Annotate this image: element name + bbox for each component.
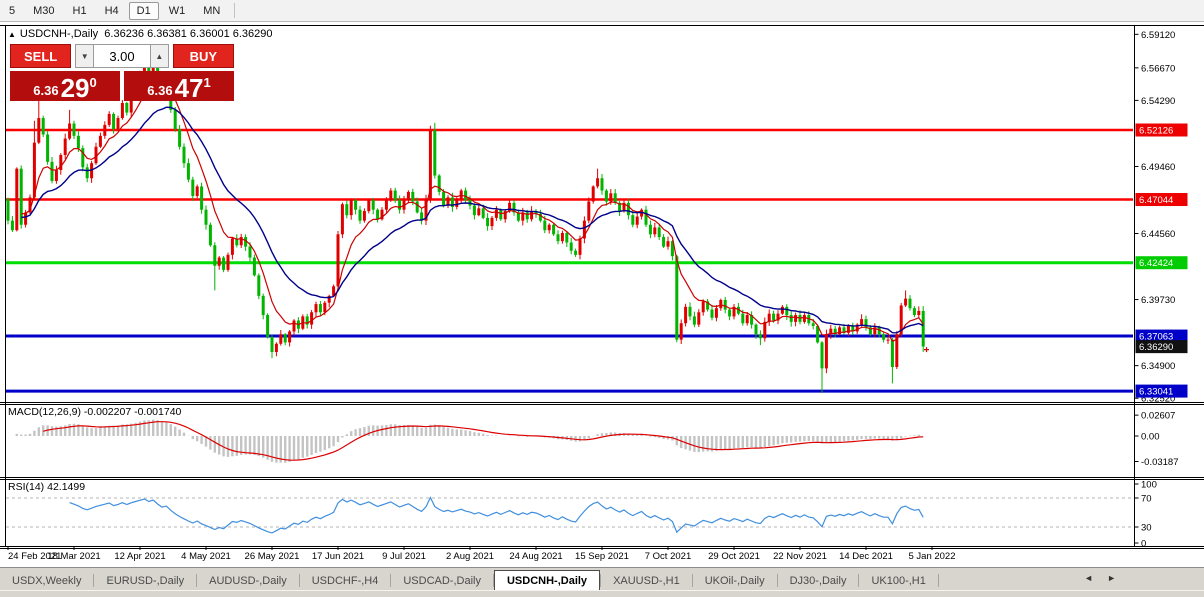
- svg-text:12 Apr 2021: 12 Apr 2021: [114, 551, 165, 562]
- buy-button[interactable]: BUY: [172, 44, 234, 68]
- svg-text:30: 30: [1141, 523, 1152, 534]
- svg-text:6.56670: 6.56670: [1141, 63, 1175, 74]
- svg-text:7 Oct 2021: 7 Oct 2021: [645, 551, 691, 562]
- macd-label: MACD(12,26,9) -0.002207 -0.001740: [8, 406, 182, 418]
- svg-text:4 May 2021: 4 May 2021: [181, 551, 231, 562]
- tab-scroll-right-button[interactable]: ►: [1107, 573, 1116, 583]
- sell-price-sup: 0: [89, 75, 97, 90]
- chart-tab-xauusd[interactable]: XAUUSD-,H1: [601, 572, 692, 591]
- rsi-line: [69, 496, 924, 534]
- svg-text:6.36290: 6.36290: [1139, 342, 1173, 353]
- svg-text:-0.03187: -0.03187: [1141, 457, 1179, 468]
- horizontal-level-lines: [6, 128, 1133, 393]
- tab-separator: [937, 574, 939, 587]
- chart-tab-usdcad[interactable]: USDCAD-,Daily: [391, 572, 493, 591]
- svg-text:2 Aug 2021: 2 Aug 2021: [446, 551, 494, 562]
- macd-axis: 0.02607 0.00 -0.03187: [1134, 411, 1179, 468]
- candlesticks: [6, 52, 925, 394]
- rsi-value: 42.1499: [47, 481, 86, 493]
- pane-borders: [0, 25, 1204, 549]
- svg-text:6.49460: 6.49460: [1141, 162, 1175, 173]
- macd-histogram: [15, 419, 925, 463]
- chart-tab-ukoil[interactable]: UKOil-,Daily: [693, 572, 777, 591]
- arrow-down-icon: ▼: [80, 51, 89, 61]
- svg-text:9 Jul 2021: 9 Jul 2021: [382, 551, 426, 562]
- arrow-up-icon: ▲: [155, 51, 164, 61]
- price-axis: 6.59120 6.56670 6.54290 6.49460 6.44560 6.397…: [1134, 30, 1188, 405]
- buy-price-display[interactable]: 6.36 47 1: [124, 71, 234, 101]
- svg-text:6.47044: 6.47044: [1139, 195, 1173, 206]
- svg-text:18 Mar 2021: 18 Mar 2021: [47, 551, 100, 562]
- svg-text:0: 0: [1141, 539, 1146, 550]
- svg-text:100: 100: [1141, 480, 1157, 491]
- svg-text:6.59120: 6.59120: [1141, 30, 1175, 41]
- chart-tab-usdchf[interactable]: USDCHF-,H4: [300, 572, 391, 591]
- collapse-icon[interactable]: ▲: [8, 30, 16, 39]
- tab-scroll-arrows: ◄ ►: [1084, 573, 1116, 583]
- svg-text:5 Jan 2022: 5 Jan 2022: [908, 551, 955, 562]
- svg-text:6.39730: 6.39730: [1141, 295, 1175, 306]
- chart-title: ▲ USDCNH-,Daily 6.36236 6.36381 6.36001 6…: [8, 28, 273, 40]
- volume-increase-button[interactable]: ▲: [149, 44, 169, 68]
- svg-text:6.54290: 6.54290: [1141, 96, 1175, 107]
- svg-text:6.52126: 6.52126: [1139, 126, 1173, 137]
- chart-tab-eurusd[interactable]: EURUSD-,Daily: [94, 572, 196, 591]
- volume-input[interactable]: 3.00: [94, 44, 150, 68]
- chart-symbol-period: USDCNH-,Daily: [19, 28, 99, 40]
- one-click-trade-panel: SELL ▼ 3.00 ▲ BUY 6.36 29 0 6.36 47 1: [10, 44, 234, 101]
- volume-decrease-button[interactable]: ▼: [75, 44, 95, 68]
- chart-tab-usdx[interactable]: USDX,Weekly: [0, 572, 93, 591]
- svg-text:6.42424: 6.42424: [1139, 258, 1173, 269]
- chart-tab-uk100[interactable]: UK100-,H1: [859, 572, 937, 591]
- svg-text:14 Dec 2021: 14 Dec 2021: [839, 551, 893, 562]
- chart-tab-usdcnh[interactable]: USDCNH-,Daily: [493, 570, 601, 591]
- svg-text:70: 70: [1141, 494, 1152, 505]
- svg-text:6.34900: 6.34900: [1141, 361, 1175, 372]
- svg-text:15 Sep 2021: 15 Sep 2021: [575, 551, 629, 562]
- buy-price-prefix: 6.36: [147, 83, 173, 98]
- rsi-label: RSI(14) 42.1499: [8, 481, 86, 493]
- symbol-tab-bar: USDX,Weekly EURUSD-,Daily AUDUSD-,Daily USD…: [0, 567, 1204, 591]
- buy-price-big: 47: [174, 73, 204, 103]
- tab-scroll-left-button[interactable]: ◄: [1084, 573, 1093, 583]
- svg-text:6.44560: 6.44560: [1141, 229, 1175, 240]
- chart-tab-audusd[interactable]: AUDUSD-,Daily: [197, 572, 299, 591]
- macd-values: -0.002207 -0.001740: [83, 406, 182, 418]
- svg-text:22 Nov 2021: 22 Nov 2021: [773, 551, 827, 562]
- sell-button[interactable]: SELL: [10, 44, 72, 68]
- buy-price-sup: 1: [203, 75, 211, 90]
- svg-text:24 Aug 2021: 24 Aug 2021: [509, 551, 562, 562]
- sell-price-display[interactable]: 6.36 29 0: [10, 71, 120, 101]
- svg-text:0.00: 0.00: [1141, 432, 1160, 443]
- ma-slow-line: [21, 106, 924, 334]
- ma-fast-line: [21, 81, 924, 342]
- svg-text:26 May 2021: 26 May 2021: [245, 551, 300, 562]
- svg-text:0.02607: 0.02607: [1141, 411, 1175, 422]
- sell-price-big: 29: [60, 73, 90, 103]
- svg-text:17 Jun 2021: 17 Jun 2021: [312, 551, 364, 562]
- current-price-marker: [924, 347, 929, 353]
- chart-ohlc-values: 6.36236 6.36381 6.36001 6.36290: [104, 28, 273, 40]
- rsi-level-lines: [6, 497, 1133, 528]
- svg-text:29 Oct 2021: 29 Oct 2021: [708, 551, 760, 562]
- sell-price-prefix: 6.36: [33, 83, 59, 98]
- rsi-axis: 100 70 30 0: [1134, 480, 1157, 550]
- chart-tab-dj30[interactable]: DJ30-,Daily: [778, 572, 859, 591]
- svg-text:6.33041: 6.33041: [1139, 387, 1173, 398]
